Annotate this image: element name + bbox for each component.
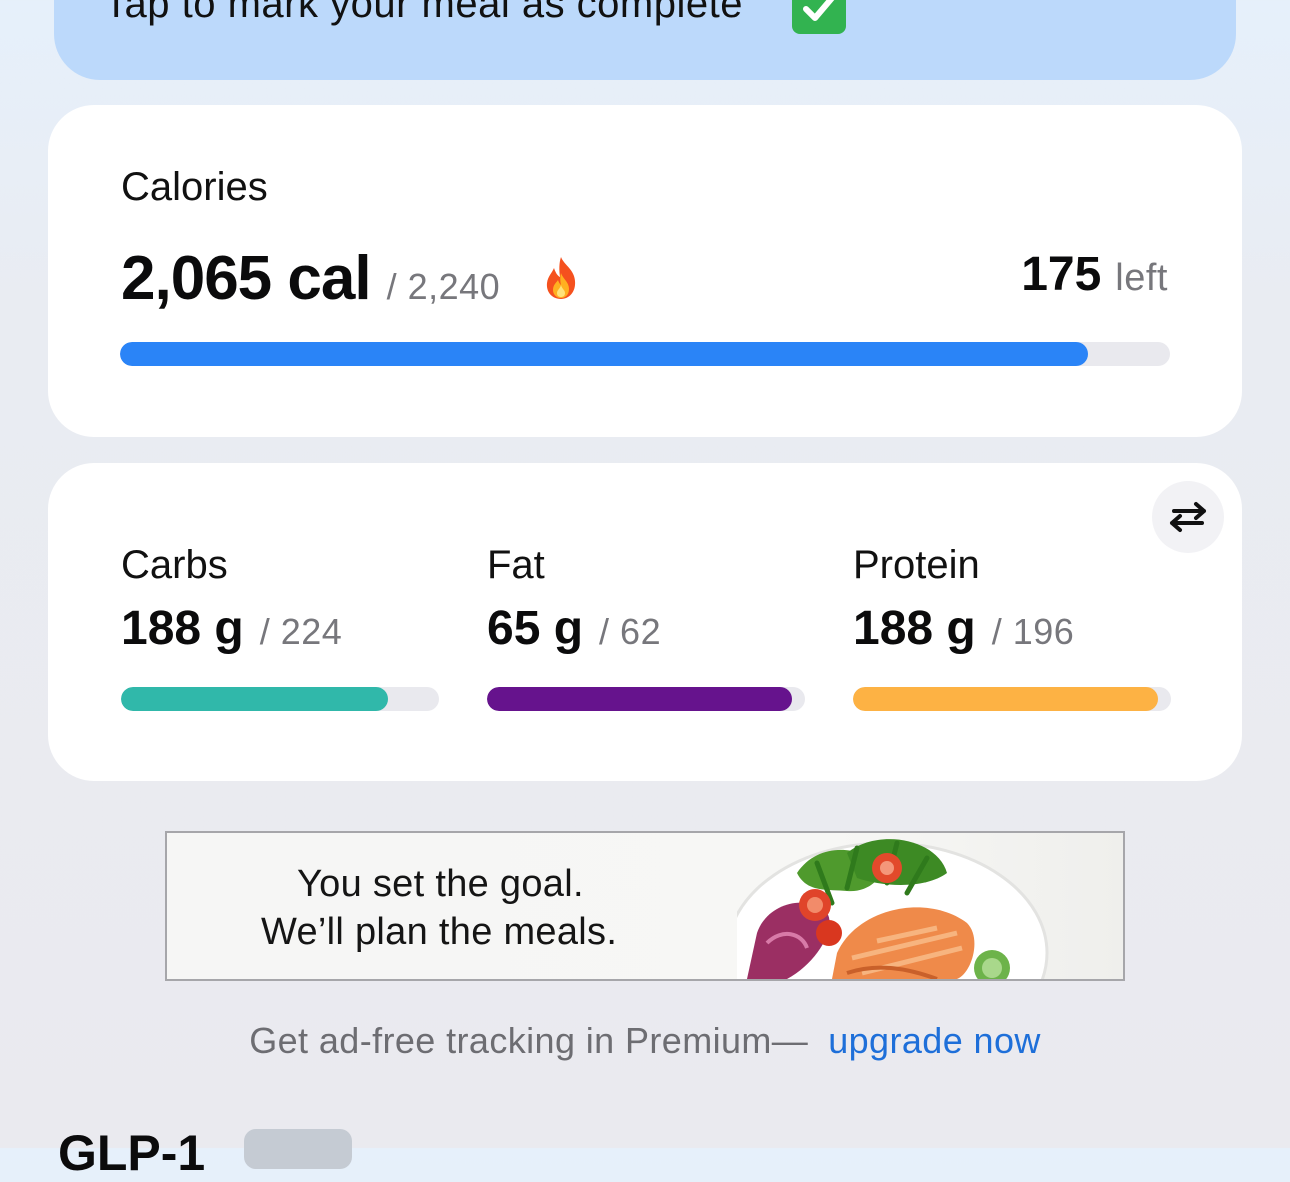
ad-headline-line1: You set the goal. (297, 863, 584, 905)
macro-label: Protein (853, 543, 980, 587)
calories-goal: / 2,240 (386, 266, 501, 307)
macro-goal: / 224 (259, 611, 343, 652)
macro-progress-fill (487, 687, 793, 711)
ad-headline-line2: We’ll plan the meals. (261, 911, 618, 953)
upgrade-now-link[interactable]: upgrade now (828, 1020, 1041, 1061)
calories-left-label: left (1115, 257, 1168, 299)
macro-progress-bar (487, 687, 805, 711)
macro-progress-fill (121, 687, 389, 711)
premium-promo: Get ad-free tracking in Premium— upgrade … (0, 1020, 1290, 1062)
calories-card[interactable]: Calories 2,065 cal / 2,240 175 left (48, 105, 1242, 437)
calories-remaining: 175 left (1021, 247, 1168, 302)
calories-progress-bar (120, 342, 1170, 366)
macro-values: 65 g / 62 (487, 601, 661, 656)
macro-values: 188 g / 196 (853, 601, 1074, 656)
banner-text: Tap to mark your meal as complete (104, 0, 743, 26)
macros-card[interactable]: Carbs 188 g / 224 Fat 65 g / 62 Protein … (48, 463, 1242, 781)
macro-goal: / 196 (991, 611, 1075, 652)
calories-summary: 2,065 cal / 2,240 (121, 243, 500, 314)
macro-progress-fill (853, 687, 1159, 711)
macro-goal: / 62 (599, 611, 662, 652)
macro-progress-bar (853, 687, 1171, 711)
check-mark-icon (792, 0, 846, 34)
section-title: GLP-1 (58, 1125, 206, 1181)
macro-label: Carbs (121, 543, 228, 587)
calories-title: Calories (121, 165, 268, 209)
calories-consumed: 2,065 cal (121, 244, 372, 313)
swap-arrows-icon (1170, 502, 1206, 532)
calories-progress-fill (120, 342, 1089, 366)
swap-view-button[interactable] (1152, 481, 1224, 553)
promo-text: Get ad-free tracking in Premium— (249, 1020, 809, 1061)
calories-left-value: 175 (1021, 248, 1102, 301)
ad-banner[interactable]: You set the goal. We’ll plan the meals. (165, 831, 1125, 981)
section-badge (244, 1129, 352, 1169)
macro-value: 188 g (853, 602, 976, 655)
salmon-salad-image (737, 839, 1049, 979)
macro-value: 65 g (487, 602, 584, 655)
macro-label: Fat (487, 543, 545, 587)
macro-progress-bar (121, 687, 439, 711)
macro-values: 188 g / 224 (121, 601, 342, 656)
fire-icon (546, 257, 576, 299)
macro-value: 188 g (121, 602, 244, 655)
